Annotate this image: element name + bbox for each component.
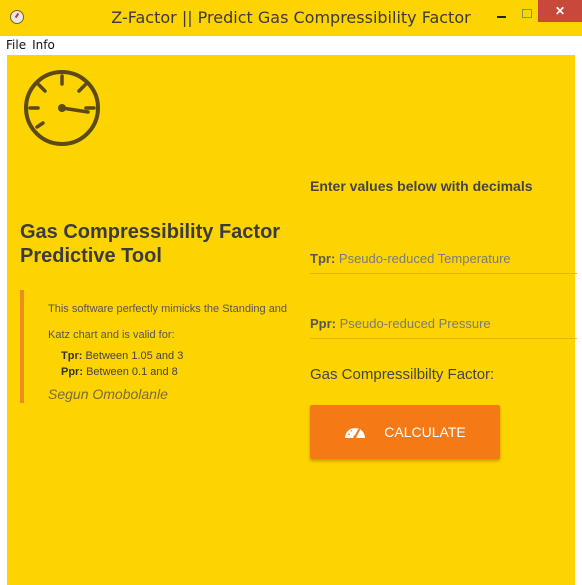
menu-file[interactable]: File [0,38,30,52]
tpr-range-value: Between 1.05 and 3 [85,350,184,362]
main-panel: Gas Compressibility Factor Predictive To… [7,55,577,585]
tool-title: Gas Compressibility Factor Predictive To… [20,221,281,267]
close-icon: ✕ [554,4,566,18]
close-button[interactable]: ✕ [538,0,582,22]
maximize-button[interactable] [520,2,534,24]
menu-bar: File Info [0,36,582,54]
tpr-range-row: Tpr: Between 1.05 and 3 [48,348,290,364]
ppr-placeholder: Pseudo-reduced Pressure [339,316,491,331]
tpr-input[interactable]: Tpr: Pseudo-reduced Temperature [310,242,577,274]
minimize-button[interactable] [488,6,514,28]
ppr-range-value: Between 0.1 and 8 [86,366,178,378]
ppr-input-label: Ppr: [310,316,336,331]
form-heading: Enter values below with decimals [310,178,533,194]
info-box: This software perfectly mimicks the Stan… [20,290,290,403]
result-label: Gas Compressilbilty Factor: [310,366,495,383]
author-name: Segun Omobolanle [48,386,168,402]
info-description: This software perfectly mimicks the Stan… [48,303,288,341]
calculate-label: CALCULATE [384,424,466,440]
speedometer-icon [24,70,100,146]
menu-info[interactable]: Info [30,38,59,52]
tpr-placeholder: Pseudo-reduced Temperature [338,251,511,266]
tpr-range-label: Tpr: [61,350,83,362]
title-bar: Z-Factor || Predict Gas Compressibility … [0,0,582,36]
ppr-input[interactable]: Ppr: Pseudo-reduced Pressure [310,307,577,339]
ppr-range-label: Ppr: [61,366,83,378]
ppr-range-row: Ppr: Between 0.1 and 8 [48,364,290,380]
tpr-input-label: Tpr: [310,251,336,266]
calculate-button[interactable]: CALCULATE [310,405,500,459]
minimize-icon [496,16,506,18]
gauge-icon [345,428,366,439]
maximize-icon [522,8,532,18]
